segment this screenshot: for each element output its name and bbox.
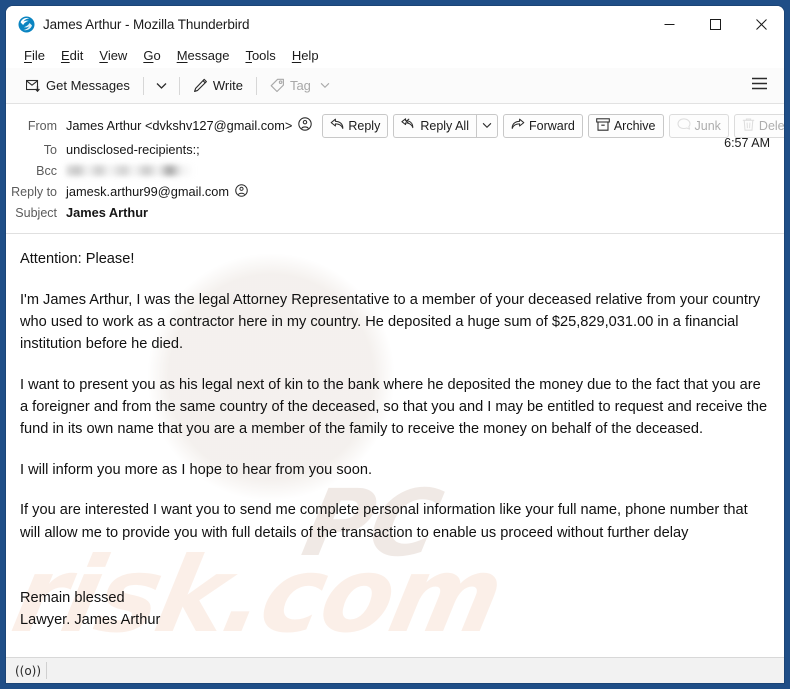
status-bar: ((o)) — [6, 657, 784, 683]
maximize-button[interactable] — [692, 6, 738, 42]
junk-button[interactable]: Junk — [668, 113, 729, 138]
body-paragraph-3: I will inform you more as I hope to hear… — [20, 461, 373, 478]
from-value: James Arthur <dvkshv127@gmail.com> — [66, 117, 313, 134]
signoff-line-1: Remain blessed — [20, 589, 125, 606]
get-messages-icon — [26, 78, 41, 93]
archive-icon — [596, 117, 610, 134]
reply-to-row: Reply to jamesk.arthur99@gmail.com — [6, 181, 784, 202]
tag-chevron-down-icon — [320, 82, 330, 89]
delete-button[interactable]: Delete — [733, 113, 784, 138]
get-messages-label: Get Messages — [46, 78, 130, 93]
subject-row: Subject James Arthur — [6, 202, 784, 223]
body-paragraph-2: I want to present you as his legal next … — [20, 376, 768, 438]
reply-to-identity-icon[interactable] — [235, 183, 248, 200]
get-messages-button[interactable]: Get Messages — [20, 74, 136, 97]
body-greeting: Attention: Please! — [20, 251, 135, 267]
tag-icon — [270, 78, 285, 93]
menu-edit[interactable]: Edit — [53, 46, 91, 65]
title-bar: James Arthur - Mozilla Thunderbird — [6, 6, 784, 42]
reply-to-address-text: jamesk.arthur99@gmail.com — [66, 184, 230, 199]
toolbar-separator-1 — [142, 76, 144, 95]
menu-file[interactable]: File — [16, 46, 53, 65]
signoff-line-2: Lawyer. James Arthur — [20, 611, 161, 628]
menu-go[interactable]: Go — [135, 46, 168, 65]
junk-label: Junk — [694, 118, 721, 133]
reply-icon — [330, 118, 344, 133]
email-signature: Remain blessed Lawyer. James Arthur — [20, 588, 768, 632]
message-body-pane: PC risk.com Attention: Please! I'm James… — [6, 234, 784, 657]
to-value: undisclosed-recipients:; — [66, 142, 200, 157]
thunderbird-icon — [18, 16, 35, 33]
connection-status-icon[interactable]: ((o)) — [14, 661, 42, 681]
bcc-row: Bcc — [6, 160, 784, 181]
trash-icon — [742, 117, 755, 134]
delete-label: Delete — [758, 118, 784, 133]
status-separator — [46, 662, 47, 679]
body-paragraph-1: I'm James Arthur, I was the legal Attorn… — [20, 291, 761, 353]
message-action-buttons: Reply Reply All Forward Archive Junk Del… — [322, 113, 784, 138]
hamburger-menu-icon — [752, 77, 767, 89]
bcc-value — [66, 165, 194, 176]
menu-message[interactable]: Message — [169, 46, 238, 65]
close-button[interactable] — [738, 6, 784, 42]
reply-all-dropdown[interactable] — [475, 113, 498, 138]
app-menu-button[interactable] — [747, 71, 772, 100]
window-controls — [646, 6, 784, 42]
reply-all-icon — [401, 118, 416, 133]
bcc-label: Bcc — [36, 163, 57, 178]
thunderbird-window: James Arthur - Mozilla Thunderbird File … — [6, 6, 784, 683]
chevron-down-icon — [156, 82, 167, 89]
forward-icon — [511, 118, 525, 133]
forward-button[interactable]: Forward — [502, 113, 583, 138]
get-messages-dropdown[interactable] — [151, 77, 172, 95]
toolbar-separator-3 — [255, 76, 257, 95]
reply-to-label: Reply to — [11, 184, 57, 199]
from-label: From — [27, 118, 57, 133]
archive-button[interactable]: Archive — [587, 113, 664, 138]
reply-label: Reply — [348, 118, 381, 133]
body-paragraph-4: If you are interested I want you to send… — [20, 502, 748, 541]
menu-view[interactable]: View — [91, 46, 135, 65]
sender-identity-icon[interactable] — [298, 117, 313, 134]
toolbar-separator-2 — [178, 76, 180, 95]
mail-toolbar: Get Messages Write Tag — [6, 68, 784, 104]
reply-all-button[interactable]: Reply All — [393, 113, 476, 138]
archive-label: Archive — [613, 118, 656, 133]
menu-help[interactable]: Help — [284, 46, 327, 65]
minimize-button[interactable] — [646, 6, 692, 42]
reply-to-value: jamesk.arthur99@gmail.com — [66, 183, 248, 200]
pencil-icon — [193, 78, 208, 93]
reply-all-label: Reply All — [420, 118, 469, 133]
from-address-text: James Arthur <dvkshv127@gmail.com> — [66, 118, 293, 133]
subject-label: Subject — [15, 205, 57, 220]
menu-tools[interactable]: Tools — [237, 46, 283, 65]
from-row: From James Arthur <dvkshv127@gmail.com> — [6, 112, 784, 139]
forward-label: Forward — [528, 118, 575, 133]
email-body-text: Attention: Please! I'm James Arthur, I w… — [20, 248, 768, 632]
tag-button[interactable]: Tag — [264, 74, 336, 97]
to-label: To — [43, 142, 57, 157]
desktop-background: James Arthur - Mozilla Thunderbird File … — [0, 0, 790, 689]
menu-bar: File Edit View Go Message Tools Help — [6, 42, 784, 68]
bcc-redacted-value — [66, 165, 194, 176]
subject-value: James Arthur — [66, 205, 149, 220]
junk-icon — [676, 118, 691, 133]
write-button[interactable]: Write — [187, 74, 249, 97]
to-row: To undisclosed-recipients:; — [6, 139, 784, 160]
tag-label: Tag — [289, 78, 311, 93]
reply-button[interactable]: Reply — [322, 113, 389, 138]
message-timestamp: 6:57 AM — [724, 136, 770, 150]
write-label: Write — [212, 78, 243, 93]
reply-all-group: Reply All — [393, 113, 498, 138]
message-header-pane: From James Arthur <dvkshv127@gmail.com> — [6, 104, 784, 234]
window-title: James Arthur - Mozilla Thunderbird — [43, 16, 250, 32]
chevron-down-icon — [482, 122, 492, 129]
